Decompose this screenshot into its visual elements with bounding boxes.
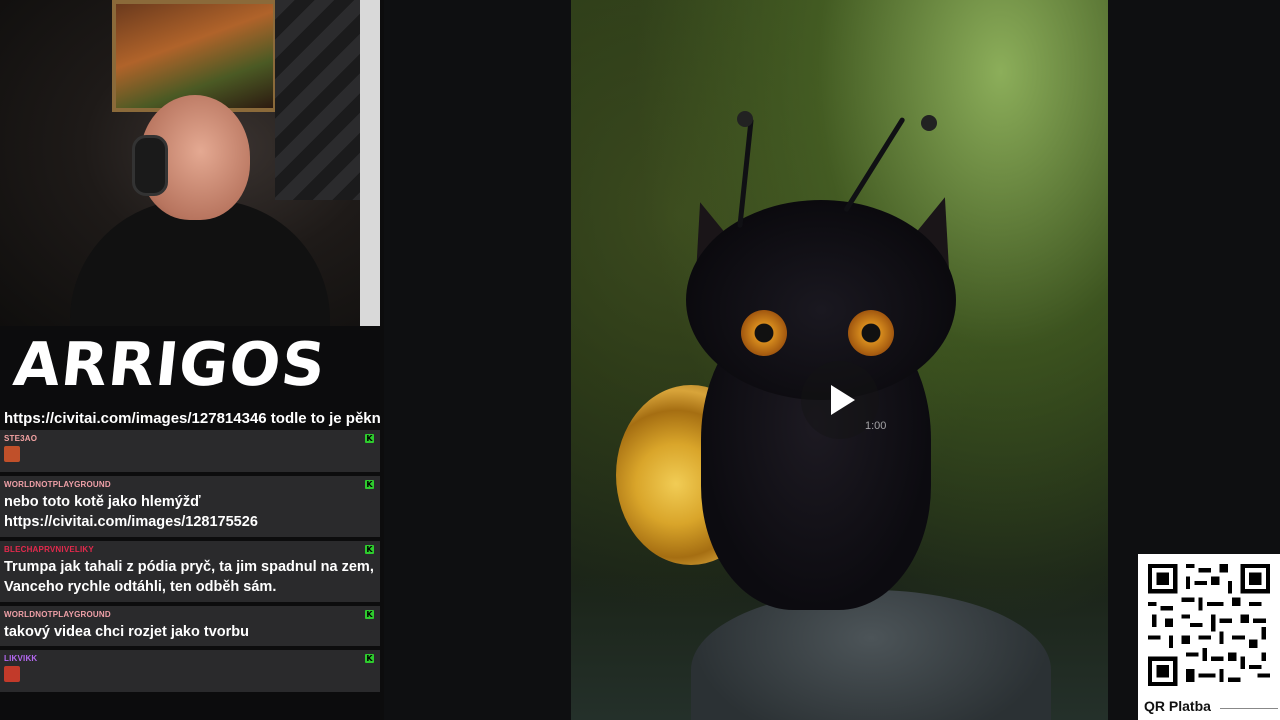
chat-message: WORLDNOTPLAYGROUND nebo toto kotě jako h… [0,476,380,537]
chat-text: Trumpa jak tahali z pódia pryč, ta jim s… [4,559,374,595]
chat-text: nebo toto kotě jako hlemýžď https://civi… [4,494,258,530]
webcam-feed [0,0,380,326]
qr-code-icon [1148,564,1270,686]
chat-overlay: https://civitai.com/images/127814346 tod… [0,408,380,696]
chat-username: STE3AO [4,434,38,443]
chat-username: LIKVIKK [4,654,38,663]
kick-icon: K [365,434,374,443]
channel-logo: ARRIGOS [10,330,330,400]
qr-divider [1220,708,1278,709]
kick-icon: K [365,654,374,663]
chat-top-message: https://civitai.com/images/127814346 tod… [4,410,380,427]
qr-payment-panel: QR Platba [1138,554,1280,720]
acoustic-foam [275,0,365,200]
antenna-tip-left [737,111,753,127]
kitten-eye-left [741,310,787,356]
emote-icon [4,446,20,462]
emote-icon [4,666,20,682]
kitten-eye-right [848,310,894,356]
antenna-left [737,118,754,228]
chat-username: WORLDNOTPLAYGROUND [4,610,111,619]
antenna-right [843,116,906,213]
ai-image-kitten-snail[interactable] [571,0,1108,720]
chat-message: WORLDNOTPLAYGROUND takový videa chci roz… [0,606,380,646]
chat-text: takový videa chci rozjet jako tvorbu [4,624,249,640]
chat-message: LIKVIKK K [0,650,380,692]
kick-icon: K [365,545,374,554]
chat-message: STE3AO K [0,430,380,472]
headphones-icon [132,135,168,196]
chat-username: WORLDNOTPLAYGROUND [4,480,111,489]
kick-icon: K [365,610,374,619]
qr-label: QR Platba [1144,698,1211,714]
video-time: 1:00 [865,420,887,432]
wall-edge [360,0,380,326]
play-icon [831,385,855,415]
antenna-tip-right [921,115,937,131]
chat-username: BLECHAPRVNIVELIKY [4,545,94,554]
stream-left-panel: ARRIGOS https://civitai.com/images/12781… [0,0,384,720]
chat-message: BLECHAPRVNIVELIKY Trumpa jak tahali z pó… [0,541,380,602]
rock [691,590,1051,720]
kick-icon: K [365,480,374,489]
